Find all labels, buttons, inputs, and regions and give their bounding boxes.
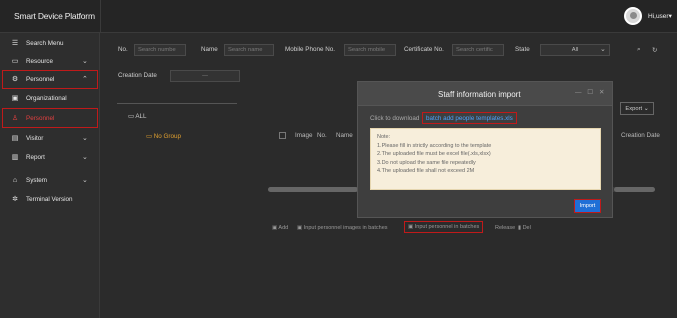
chevron-down-icon: ⌄ xyxy=(82,135,88,142)
sidebar-item-visitor[interactable]: ▤ Visitor ⌄ xyxy=(0,131,100,147)
delete-button[interactable]: ▮ Del xyxy=(518,225,531,231)
sidebar-item-label: Visitor xyxy=(26,135,44,142)
filter-no-input[interactable]: Search numbe xyxy=(134,44,186,56)
scrollbar-thumb[interactable] xyxy=(614,187,655,192)
highlight-personnel-item xyxy=(2,108,98,128)
filter-creation-input[interactable]: — xyxy=(170,70,240,82)
filter-creation-label: Creation Date xyxy=(118,72,157,79)
refresh-icon[interactable]: ↻ xyxy=(652,46,657,54)
window-controls[interactable]: — ☐ ✕ xyxy=(575,88,606,96)
settings-icon: ✲ xyxy=(12,196,18,203)
import-images-label: Input personnel images in batches xyxy=(303,225,388,231)
filter-state-label: State xyxy=(515,46,530,53)
filter-certificate-label: Certificate No. xyxy=(404,46,444,53)
folder-icon: ▭ xyxy=(146,133,154,140)
sidebar-item-organizational[interactable]: ▣ Organizational xyxy=(0,91,100,107)
home-icon: ⌂ xyxy=(12,177,18,184)
visitor-icon: ▤ xyxy=(11,135,19,142)
export-label: Export xyxy=(625,106,643,112)
column-creation-date: Creation Date xyxy=(621,132,660,139)
filter-name-input[interactable]: Search name xyxy=(224,44,274,56)
note-line: 2.The uploaded file must be excel file(.… xyxy=(377,151,491,158)
upload-icon: ▣ xyxy=(408,224,415,230)
app-window: Smart Device Platform Hi,user▾ ☰ Search … xyxy=(0,0,677,318)
staff-import-modal: Staff information import — ☐ ✕ Click to … xyxy=(357,81,613,218)
select-all-checkbox[interactable] xyxy=(279,132,286,139)
note-line: 1.Please fill in strictly according to t… xyxy=(377,142,492,149)
column-image: Image xyxy=(295,132,313,139)
chart-icon: ▥ xyxy=(11,154,19,161)
top-bar: Smart Device Platform Hi,user▾ xyxy=(0,0,677,33)
modal-header: Staff information import — ☐ ✕ xyxy=(358,82,612,106)
sidebar-search-menu[interactable]: ☰ Search Menu xyxy=(0,36,100,52)
tree-node-label: No Group xyxy=(153,133,182,140)
search-icon[interactable]: ⌕ xyxy=(637,46,641,54)
tree-divider xyxy=(117,103,237,104)
org-icon: ▣ xyxy=(11,95,19,102)
filter-name-label: Name xyxy=(201,46,218,53)
import-personnel-button[interactable]: ▣ Input personnel in batches xyxy=(404,221,484,233)
brand-divider xyxy=(100,0,101,33)
brand-title: Smart Device Platform xyxy=(14,11,95,21)
release-button[interactable]: Release xyxy=(495,225,515,231)
chevron-down-icon: ⌄ xyxy=(600,46,606,53)
note-line: 3.Do not upload the same file repeatedly xyxy=(377,159,476,166)
import-personnel-label: Input personnel in batches xyxy=(414,224,480,230)
sidebar-item-terminal-version[interactable]: ✲ Terminal Version xyxy=(0,192,100,208)
add-label: Add xyxy=(278,225,289,231)
scrollbar-thumb[interactable] xyxy=(268,187,358,192)
note-line: 4.The uploaded file shall not exceed 2M xyxy=(377,168,475,175)
tree-node-no-group[interactable]: ▭ No Group xyxy=(146,133,181,140)
modal-title: Staff information import xyxy=(438,90,521,99)
chevron-down-icon: ⌄ xyxy=(82,58,88,65)
chevron-down-icon: ⌄ xyxy=(82,154,88,161)
user-menu[interactable]: Hi,user▾ xyxy=(648,12,672,20)
filter-mobile-input[interactable]: Search mobile xyxy=(344,44,396,56)
filter-no-label: No. xyxy=(118,46,128,53)
sidebar-item-label: Report xyxy=(26,154,45,161)
tree-node-all[interactable]: ▭ ALL xyxy=(128,113,147,120)
user-caret-icon: ▾ xyxy=(668,13,672,20)
sidebar-item-resource[interactable]: ▭ Resource ⌄ xyxy=(0,54,100,70)
note-title: Note: xyxy=(377,134,391,140)
sidebar-item-label: Resource xyxy=(26,58,53,65)
sidebar-item-label: Search Menu xyxy=(26,40,64,47)
folder-icon: ▭ xyxy=(11,58,19,65)
sidebar-item-label: System xyxy=(26,177,47,184)
filter-certificate-input[interactable]: Search certific xyxy=(452,44,504,56)
tree-node-label: ALL xyxy=(135,113,147,120)
search-icon: ☰ xyxy=(11,40,19,47)
download-label: Click to download xyxy=(370,115,420,122)
import-button[interactable]: Import xyxy=(574,199,601,213)
sidebar-item-system[interactable]: ⌂ System ⌄ xyxy=(0,173,100,189)
avatar[interactable] xyxy=(624,7,642,25)
image-icon: ▣ xyxy=(297,225,304,231)
template-download-link[interactable]: batch add people templates.xls xyxy=(422,112,517,124)
sidebar-item-label: Organizational xyxy=(26,95,67,102)
highlight-personnel-menu xyxy=(2,70,98,89)
delete-label: Del xyxy=(522,225,531,231)
chevron-down-icon: ⌄ xyxy=(82,177,88,184)
import-notes: Note: 1.Please fill in strictly accordin… xyxy=(370,128,601,190)
sidebar-item-label: Terminal Version xyxy=(26,196,73,203)
column-no: No. xyxy=(317,132,327,139)
import-images-button[interactable]: ▣ Input personnel images in batches xyxy=(297,225,388,231)
add-button[interactable]: ▣ Add xyxy=(272,225,288,231)
user-name: Hi,user xyxy=(648,13,669,20)
column-name: Name xyxy=(336,132,353,139)
state-value: All xyxy=(571,47,579,53)
export-button[interactable]: Export ⌄ xyxy=(620,102,654,115)
sidebar-item-report[interactable]: ▥ Report ⌄ xyxy=(0,150,100,166)
filter-mobile-label: Mobile Phone No. xyxy=(285,46,336,53)
